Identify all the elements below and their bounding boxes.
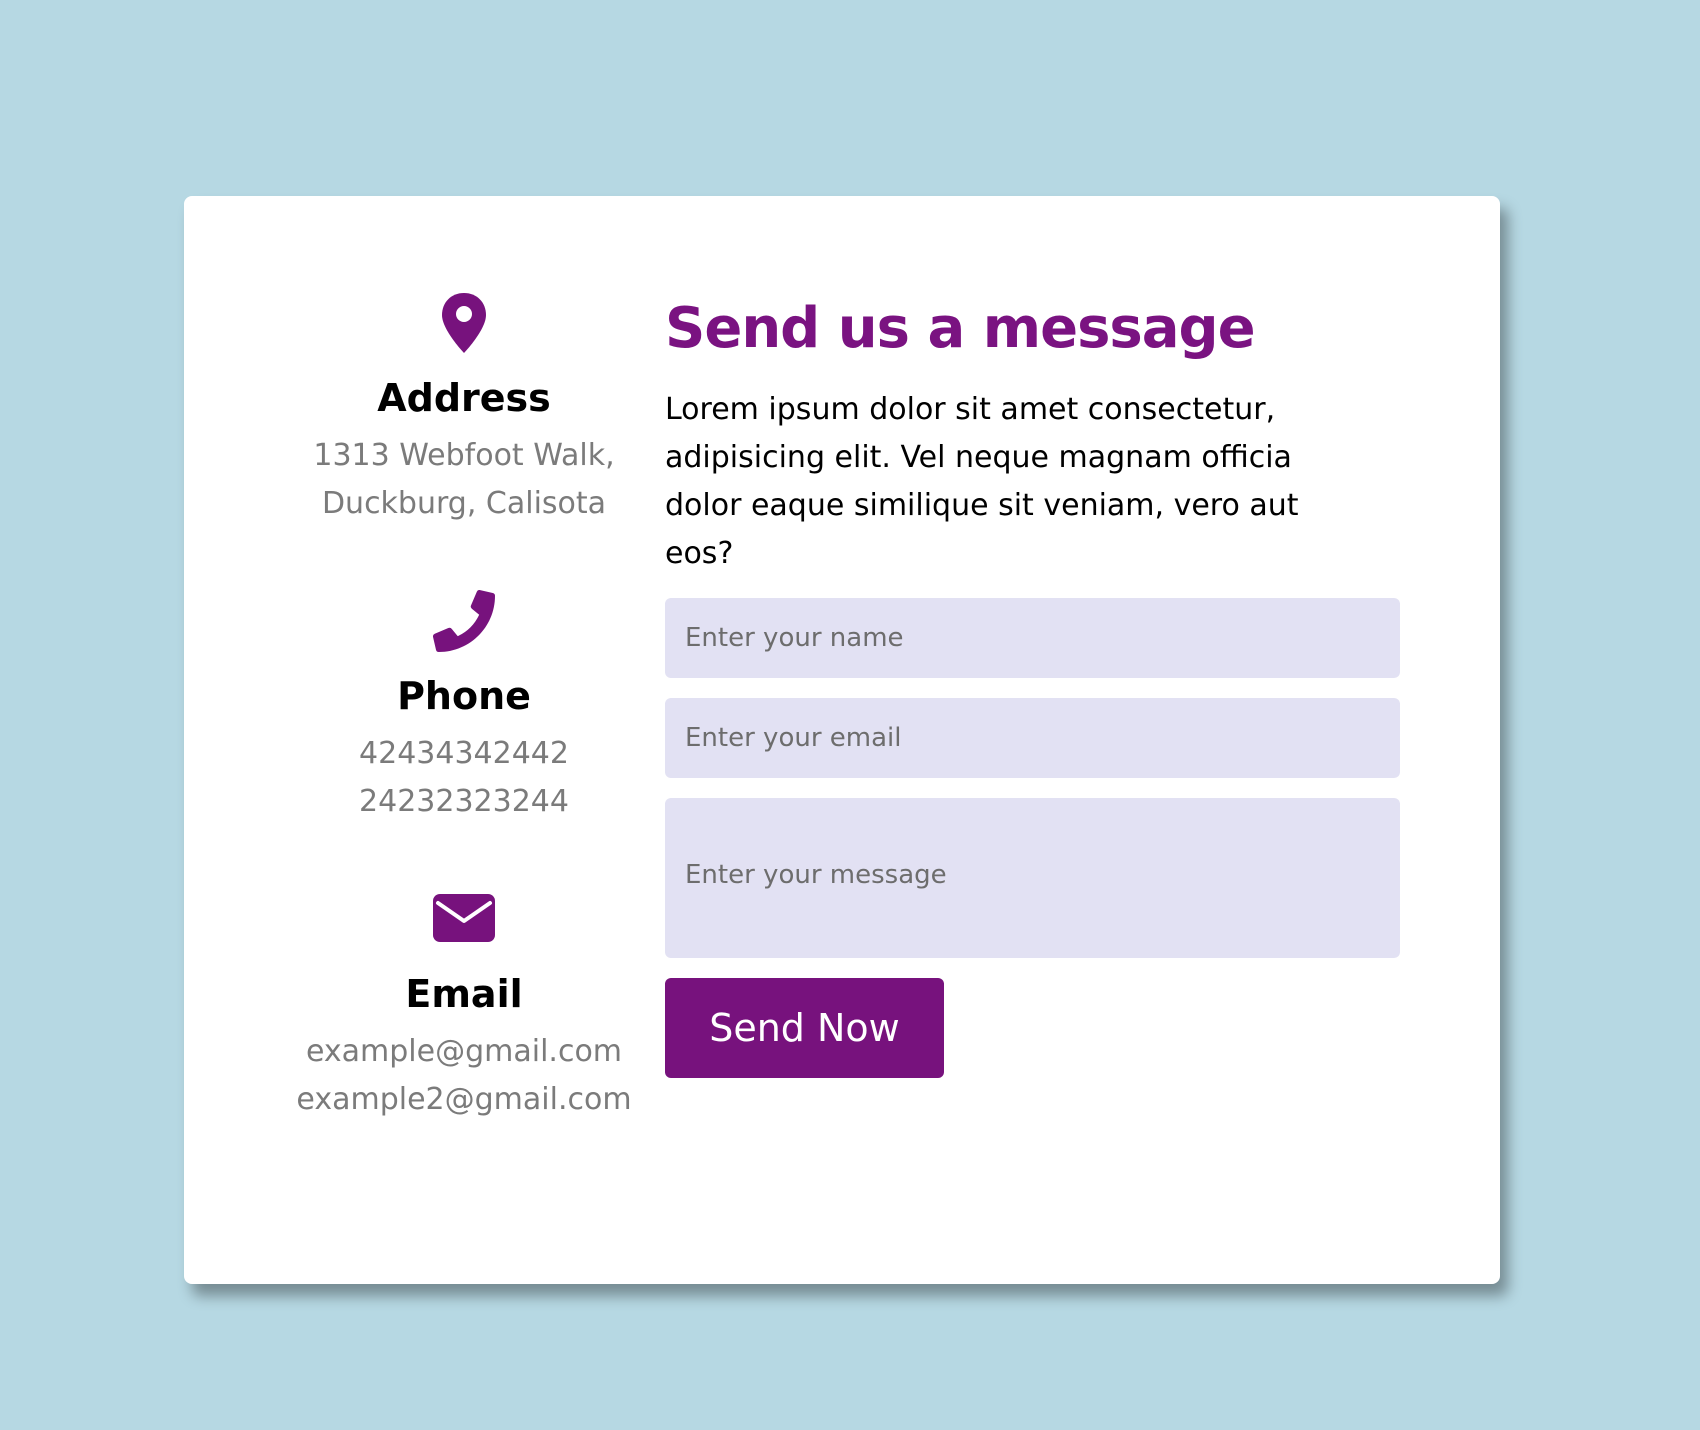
phone-icon bbox=[433, 590, 495, 652]
phone-line-1: 42434342442 bbox=[359, 735, 569, 771]
email-line-2: example2@gmail.com bbox=[296, 1081, 632, 1117]
form-heading: Send us a message bbox=[665, 296, 1256, 361]
email-line-1: example@gmail.com bbox=[305, 1033, 623, 1069]
map-pin-icon bbox=[442, 293, 486, 353]
send-now-button[interactable]: Send Now bbox=[665, 978, 944, 1078]
email-block: Email example@gmail.com example2@gmail.c… bbox=[284, 894, 644, 1124]
message-textarea[interactable] bbox=[665, 798, 1400, 958]
phone-title: Phone bbox=[397, 674, 531, 718]
address-title: Address bbox=[377, 376, 551, 420]
form-intro-text: Lorem ipsum dolor sit amet consectetur, … bbox=[665, 392, 1299, 571]
contact-card: Address 1313 Webfoot Walk, Duckburg, Cal… bbox=[184, 196, 1500, 1284]
envelope-icon bbox=[433, 894, 495, 942]
address-line-2: Duckburg, Calisota bbox=[321, 485, 607, 521]
address-block: Address 1313 Webfoot Walk, Duckburg, Cal… bbox=[284, 292, 644, 528]
email-input[interactable] bbox=[665, 698, 1400, 778]
phone-line-2: 24232323244 bbox=[359, 783, 569, 819]
email-title: Email bbox=[405, 972, 523, 1016]
address-line-1: 1313 Webfoot Walk, bbox=[313, 437, 615, 473]
name-input[interactable] bbox=[665, 598, 1400, 678]
phone-block: Phone 42434342442 24232323244 bbox=[284, 590, 644, 826]
